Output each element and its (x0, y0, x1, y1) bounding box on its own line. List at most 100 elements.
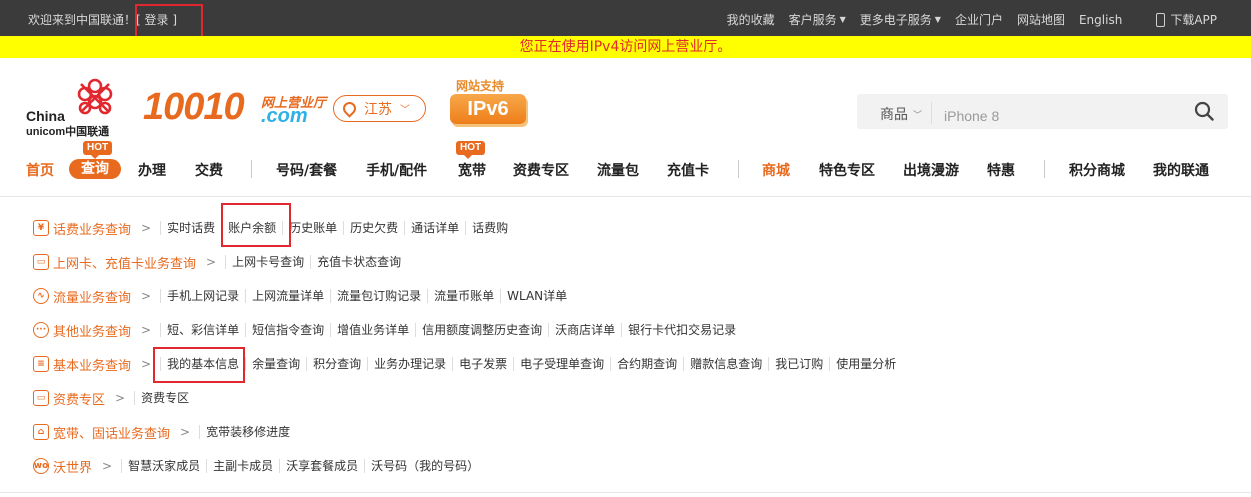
nav-roaming[interactable]: 出境漫游 (903, 160, 959, 180)
link-my-subscriptions[interactable]: 我已订购 (768, 357, 829, 371)
nav-tariff-zone[interactable]: 资费专区 (513, 160, 569, 180)
category-row-tariff: ▭ 资费专区 > 资费专区 (33, 388, 195, 408)
favorites-link[interactable]: 我的收藏 (727, 11, 775, 28)
link-my-basic-info[interactable]: 我的基本信息 (160, 357, 245, 371)
china-unicom-logo[interactable]: China unicom中国联通 (26, 76, 126, 138)
link-wlan-details[interactable]: WLAN详单 (500, 289, 573, 303)
search-input[interactable] (944, 108, 1174, 124)
link-wo-share-members[interactable]: 沃享套餐成员 (279, 459, 364, 473)
search-icon[interactable] (1194, 101, 1214, 121)
chevron-right-icon: > (141, 323, 152, 337)
category-title[interactable]: 其他业务查询 (53, 321, 131, 340)
login-bracket-right: ] (168, 13, 178, 27)
customer-service-label: 客户服务 (788, 13, 837, 27)
link-remaining-query[interactable]: 余量查询 (245, 357, 306, 371)
nav-points-mall[interactable]: 积分商城 (1069, 160, 1125, 180)
nav-recharge-card[interactable]: 充值卡 (667, 160, 709, 180)
link-wo-number[interactable]: 沃号码（我的号码） (364, 459, 485, 473)
top-bar: 欢迎来到中国联通！[ 登录 ] 我的收藏 客户服务 ▼ 更多电子服务 ▼ 企业门户 … (0, 0, 1251, 36)
link-tariff-zone[interactable]: 资费专区 (134, 391, 195, 405)
nav-phone-accessories[interactable]: 手机/配件 (366, 160, 427, 180)
link-broadband-progress[interactable]: 宽带装移修进度 (199, 425, 296, 439)
brand-number: 10010 (143, 86, 245, 128)
more-e-services-menu[interactable]: 更多电子服务 ▼ (860, 11, 941, 28)
nav-broadband[interactable]: 宽带 (458, 160, 486, 180)
login-link[interactable]: 登录 (145, 13, 169, 27)
nav-featured-zone[interactable]: 特色专区 (819, 160, 875, 180)
nav-divider (251, 160, 252, 178)
link-account-balance[interactable]: 账户余额 (221, 221, 282, 235)
card-icon: ▭ (33, 254, 49, 270)
link-bill-purchase[interactable]: 话费购 (465, 221, 514, 235)
enterprise-portal-link[interactable]: 企业门户 (955, 11, 1003, 28)
category-title[interactable]: 基本业务查询 (53, 355, 131, 374)
logo-text-china: China (26, 108, 65, 124)
nav-mall[interactable]: 商城 (762, 160, 790, 180)
welcome-text: 欢迎来到中国联通！[ 登录 ] (28, 11, 177, 28)
nav-divider-line (0, 196, 1251, 197)
link-service-records[interactable]: 业务办理记录 (367, 357, 452, 371)
link-vas-details[interactable]: 增值业务详单 (330, 323, 415, 337)
link-data-pack-orders[interactable]: 流量包订购记录 (330, 289, 427, 303)
chevron-right-icon: > (115, 391, 126, 405)
category-title[interactable]: 上网卡、充值卡业务查询 (53, 253, 196, 272)
link-sms-command-query[interactable]: 短信指令查询 (245, 323, 330, 337)
category-row-traffic: ∿ 流量业务查询 > 手机上网记录 上网流量详单 流量包订购记录 流量币账单 W… (33, 286, 573, 306)
link-smart-home-members[interactable]: 智慧沃家成员 (121, 459, 206, 473)
chevron-right-icon: > (141, 357, 152, 371)
region-selector[interactable]: 江苏 ﹀ (333, 95, 426, 122)
login-bracket-left: [ (136, 13, 145, 27)
category-title[interactable]: 话费业务查询 (53, 219, 131, 238)
link-realtime-bill[interactable]: 实时话费 (160, 221, 221, 235)
link-contract-query[interactable]: 合约期查询 (610, 357, 683, 371)
link-gift-info-query[interactable]: 赠款信息查询 (683, 357, 768, 371)
link-web-traffic-details[interactable]: 上网流量详单 (245, 289, 330, 303)
link-bill-history[interactable]: 历史账单 (282, 221, 343, 235)
nav-data-pack[interactable]: 流量包 (597, 160, 639, 180)
category-title[interactable]: 沃世界 (53, 457, 92, 476)
chevron-right-icon: > (206, 255, 217, 269)
download-app-link[interactable]: 下载APP (1136, 11, 1217, 28)
nav-handle[interactable]: 办理 (138, 160, 166, 180)
search-category-label: 商品 (880, 107, 908, 123)
link-recharge-card-status[interactable]: 充值卡状态查询 (310, 255, 407, 269)
link-bank-debit-records[interactable]: 银行卡代扣交易记录 (621, 323, 742, 337)
nav-pay[interactable]: 交费 (195, 160, 223, 180)
hot-badge: HOT (456, 141, 486, 159)
link-data-coin-bill[interactable]: 流量币账单 (427, 289, 500, 303)
link-usage-analysis[interactable]: 使用量分析 (829, 357, 902, 371)
link-points-query[interactable]: 积分查询 (306, 357, 367, 371)
link-e-invoice[interactable]: 电子发票 (452, 357, 513, 371)
link-wo-store-details[interactable]: 沃商店详单 (548, 323, 621, 337)
link-credit-adjust-history[interactable]: 信用额度调整历史查询 (415, 323, 548, 337)
download-app-label: 下载APP (1170, 13, 1217, 27)
category-title[interactable]: 资费专区 (53, 389, 105, 408)
search-category-dropdown[interactable]: 商品 ﹀ (880, 104, 922, 124)
chevron-down-icon: ﹀ (913, 110, 923, 121)
logo-text-unicom: unicom中国联通 (26, 126, 110, 138)
region-name: 江苏 (364, 101, 392, 118)
chevron-right-icon: > (102, 459, 113, 473)
nav-special-offers[interactable]: 特惠 (987, 160, 1015, 180)
nav-query[interactable]: 查询 (69, 159, 121, 179)
link-call-details[interactable]: 通话详单 (404, 221, 465, 235)
sitemap-link[interactable]: 网站地图 (1017, 11, 1065, 28)
nav-number-plan[interactable]: 号码/套餐 (276, 160, 337, 180)
link-arrears-history[interactable]: 历史欠费 (343, 221, 404, 235)
link-data-card-query[interactable]: 上网卡号查询 (225, 255, 310, 269)
traffic-wave-icon: ∿ (33, 288, 49, 304)
hot-badge: HOT (83, 141, 113, 159)
search-divider (931, 102, 932, 124)
link-primary-secondary-card[interactable]: 主副卡成员 (206, 459, 279, 473)
brand-10010[interactable]: 10010 网上营业厅 .com (143, 86, 326, 128)
nav-home[interactable]: 首页 (26, 160, 54, 180)
link-mobile-web-records[interactable]: 手机上网记录 (160, 289, 245, 303)
category-title[interactable]: 流量业务查询 (53, 287, 131, 306)
link-sms-mms-details[interactable]: 短、彩信详单 (160, 323, 245, 337)
nav-my-unicom[interactable]: 我的联通 (1153, 160, 1209, 180)
ipv6-label: 网站支持 (456, 79, 505, 93)
link-e-receipt-query[interactable]: 电子受理单查询 (513, 357, 610, 371)
english-link[interactable]: English (1079, 13, 1122, 27)
category-title[interactable]: 宽带、固话业务查询 (53, 423, 170, 442)
customer-service-menu[interactable]: 客户服务 ▼ (789, 11, 846, 28)
